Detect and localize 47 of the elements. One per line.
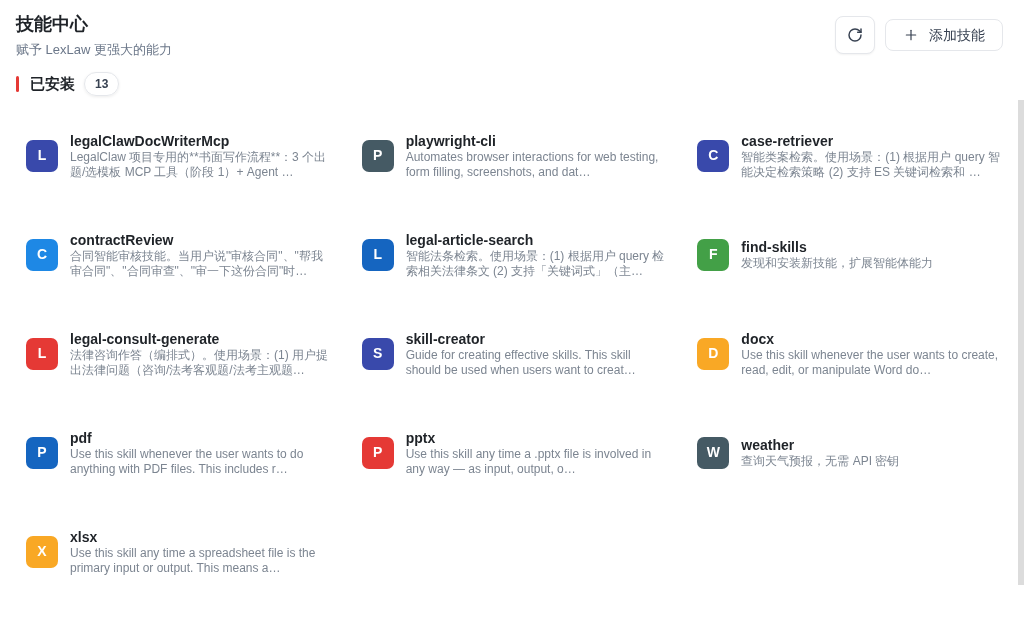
skill-name: legal-article-search: [405, 230, 535, 249]
letter-avatar: P: [26, 436, 58, 469]
skill-description: Use this skill whenever the user wants to do anything with PDF files. This includes r…: [70, 446, 305, 477]
skill-description: 智能类案检索。使用场景：(1) 根据用户 query 智能决定检索策略 (2) 支持 ES 关键词检索和 …: [741, 149, 1001, 180]
skill-name: find-skills: [741, 238, 808, 256]
skill-name: contractReview: [70, 230, 175, 249]
skill-description: Automates browser interactions for web testing, form filling, screenshots, and dat…: [405, 149, 660, 180]
skill-description: Guide for creating effective skills. This skill should be used when users want to creat…: [405, 347, 637, 378]
skill-description: Use this skill any time a .pptx file is involved in any way — as input, output, o…: [405, 446, 653, 477]
letter-avatar: F: [697, 238, 730, 271]
skill-name: case-retriever: [741, 131, 835, 150]
page-title: 技能中心: [16, 13, 89, 36]
letter-avatar: C: [26, 238, 58, 271]
skill-description: Use this skill any time a spreadsheet file is the primary input or output. This means a…: [70, 545, 317, 576]
skill-name: legalClawDocWriterMcp: [70, 131, 231, 150]
refresh-button[interactable]: [835, 16, 875, 54]
letter-avatar: P: [361, 139, 394, 172]
skill-name: pptx: [405, 428, 437, 447]
skill-name: pdf: [70, 428, 93, 447]
letter-avatar: S: [361, 337, 394, 370]
refresh-icon: [847, 27, 863, 43]
skill-description: 合同智能审核技能。当用户说"审核合同"、"帮我审合同"、"合同审查"、"审一下这份合同"时…: [70, 248, 324, 279]
skill-name: xlsx: [70, 527, 99, 546]
add-skill-button[interactable]: 添加技能: [885, 19, 1003, 51]
skill-name: playwright-cli: [405, 131, 497, 150]
letter-avatar: C: [697, 139, 730, 172]
letter-avatar: X: [26, 535, 58, 568]
page-subtitle: 赋予 LexLaw 更强大的能力: [16, 41, 173, 59]
letter-avatar: L: [26, 139, 58, 172]
plus-icon: [903, 27, 919, 43]
skill-name: docx: [741, 329, 775, 348]
letter-avatar: L: [361, 238, 394, 271]
letter-avatar: W: [697, 436, 730, 469]
letter-avatar: L: [26, 337, 58, 370]
skill-name: weather: [741, 436, 796, 454]
skill-description: 发现和安装新技能，扩展智能体能力: [741, 256, 935, 271]
skill-description: 智能法条检索。使用场景：(1) 根据用户 query 检索相关法律条文 (2) 支持「关键词式」（主…: [405, 248, 666, 279]
skill-description: Use this skill whenever the user wants to create, read, edit, or manipulate Word do…: [741, 347, 1000, 378]
scrollbar-thumb[interactable]: [1018, 100, 1024, 585]
skill-description: LegalClaw 项目专用的**书面写作流程**：3 个出题/选模板 MCP 工具（阶段 1）+ Agent …: [70, 149, 328, 180]
skill-name: legal-consult-generate: [70, 329, 221, 348]
letter-avatar: D: [697, 337, 730, 370]
skill-description: 法律咨询作答（编排式）。使用场景：(1) 用户提出法律问题（咨询/法考客观题/法考主观题…: [70, 347, 329, 378]
skill-name: skill-creator: [405, 329, 487, 348]
section-title: 已安装: [30, 73, 75, 94]
skill-description: 查询天气预报，无需 API 密钥: [741, 454, 901, 469]
letter-avatar: P: [361, 436, 394, 469]
